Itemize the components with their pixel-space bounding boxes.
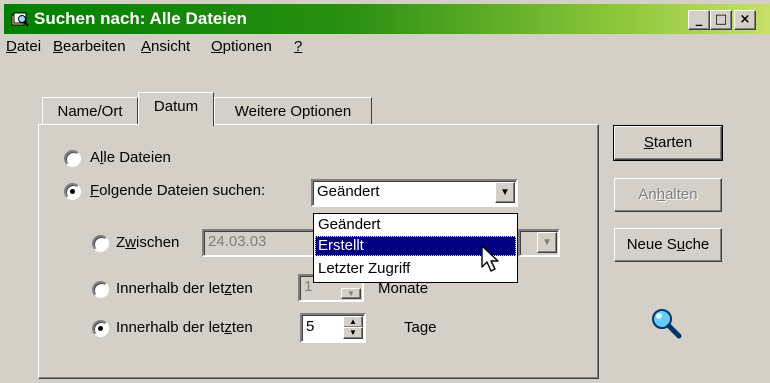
button-text: Neue S: [626, 236, 677, 253]
find-files-icon: [11, 12, 29, 27]
window-title: Suchen nach: Alle Dateien: [34, 9, 247, 28]
close-button[interactable]: ×: [734, 10, 756, 30]
button-accel: u: [676, 236, 686, 253]
start-button[interactable]: Starten: [614, 126, 722, 160]
mouse-pointer-icon: [481, 245, 499, 272]
minimize-button[interactable]: _: [688, 10, 710, 30]
menu-accel: ?: [294, 38, 303, 55]
button-accel: S: [643, 134, 654, 151]
dropdown-option-geaendert[interactable]: Geändert: [315, 215, 516, 235]
tab-weitere-optionen[interactable]: Weitere Optionen: [214, 97, 372, 125]
menu-text: atei: [16, 38, 42, 55]
menu-text: ptionen: [222, 38, 272, 55]
menu-accel: A: [141, 38, 152, 55]
menu-datei[interactable]: Datei: [6, 38, 41, 55]
button-text: tarten: [653, 134, 693, 151]
menu-text: nsicht: [151, 38, 191, 55]
menu-text: earbeiten: [63, 38, 126, 55]
menu-ansicht[interactable]: Ansicht: [141, 38, 190, 55]
magnifier-icon: [652, 309, 682, 339]
menu-help[interactable]: ?: [294, 38, 302, 55]
button-text: An: [638, 186, 657, 203]
title-bar[interactable]: Suchen nach: Alle Dateien _ □ ×: [4, 4, 770, 34]
find-files-window: Suchen nach: Alle Dateien _ □ × Datei Be…: [0, 0, 770, 383]
menu-accel: B: [53, 38, 64, 55]
menu-bearbeiten[interactable]: Bearbeiten: [53, 38, 126, 55]
button-accel: h: [656, 186, 666, 203]
new-search-button[interactable]: Neue Suche: [614, 228, 722, 262]
maximize-button[interactable]: □: [710, 10, 732, 30]
stop-button[interactable]: Anhalten: [614, 178, 722, 212]
tab-name-ort[interactable]: Name/Ort: [42, 97, 138, 125]
tab-datum[interactable]: Datum: [138, 92, 214, 126]
button-text: alten: [665, 186, 698, 203]
menu-accel: D: [6, 38, 17, 55]
menu-accel: O: [211, 38, 223, 55]
button-text: che: [685, 236, 710, 253]
menu-optionen[interactable]: Optionen: [211, 38, 272, 55]
